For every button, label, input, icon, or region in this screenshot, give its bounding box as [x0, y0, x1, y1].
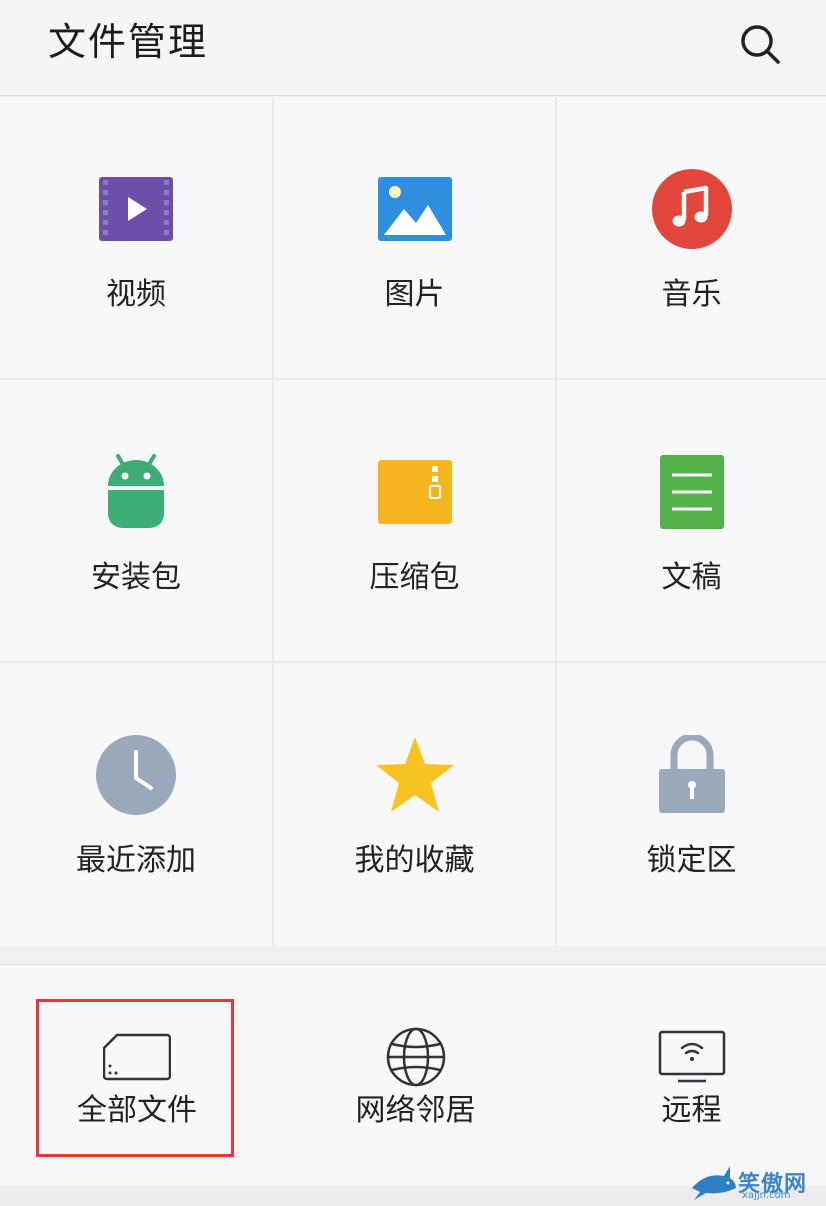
network-neighbors-label: 网络邻居	[355, 1093, 476, 1128]
category-label: 安装包	[91, 560, 181, 595]
category-label: 视频	[106, 277, 166, 312]
watermark: 笑傲网 xajjn.com	[690, 1158, 826, 1206]
category-music[interactable]: 音乐	[557, 97, 826, 380]
storage-section: 全部文件 网络邻居 远程	[0, 964, 826, 1187]
remote-button[interactable]: 远程	[557, 965, 826, 1187]
category-image[interactable]: 图片	[274, 97, 557, 380]
globe-icon	[379, 1025, 453, 1089]
video-icon	[94, 167, 178, 251]
category-label: 我的收藏	[354, 843, 475, 878]
search-icon	[741, 25, 780, 64]
category-archive[interactable]: 压缩包	[274, 380, 557, 663]
network-neighbors-button[interactable]: 网络邻居	[274, 965, 557, 1187]
category-apk[interactable]: 安装包	[0, 380, 274, 663]
category-video[interactable]: 视频	[0, 97, 274, 380]
category-recent[interactable]: 最近添加	[0, 663, 274, 946]
search-button[interactable]	[734, 18, 786, 70]
shark-logo-icon	[692, 1166, 736, 1200]
music-icon	[650, 167, 734, 251]
category-label: 最近添加	[76, 843, 196, 878]
category-lockbox[interactable]: 锁定区	[557, 663, 826, 946]
star-icon	[373, 733, 457, 817]
android-icon	[94, 450, 178, 534]
archive-icon	[373, 450, 457, 534]
category-label: 文稿	[661, 560, 722, 595]
category-label: 锁定区	[646, 843, 737, 878]
all-files-button[interactable]: 全部文件	[0, 965, 274, 1187]
category-favorites[interactable]: 我的收藏	[274, 663, 557, 946]
remote-screen-icon	[655, 1025, 729, 1089]
category-label: 音乐	[661, 277, 722, 312]
clock-icon	[94, 733, 178, 817]
category-label: 图片	[384, 277, 445, 312]
document-icon	[650, 450, 734, 534]
app-header: 文件管理	[0, 0, 826, 96]
image-icon	[373, 167, 457, 251]
category-label: 压缩包	[369, 560, 460, 595]
remote-label: 远程	[661, 1093, 722, 1128]
category-document[interactable]: 文稿	[557, 380, 826, 663]
category-grid: 视频 图片 音乐 安装包 压缩包 文稿 最近添加 我的收藏 锁定区	[0, 97, 826, 946]
all-files-label: 全部文件	[77, 1093, 197, 1128]
watermark-url: xajjn.com	[742, 1190, 791, 1201]
storage-card-icon	[100, 1025, 174, 1089]
lock-icon	[650, 733, 734, 817]
page-title: 文件管理	[48, 20, 209, 64]
